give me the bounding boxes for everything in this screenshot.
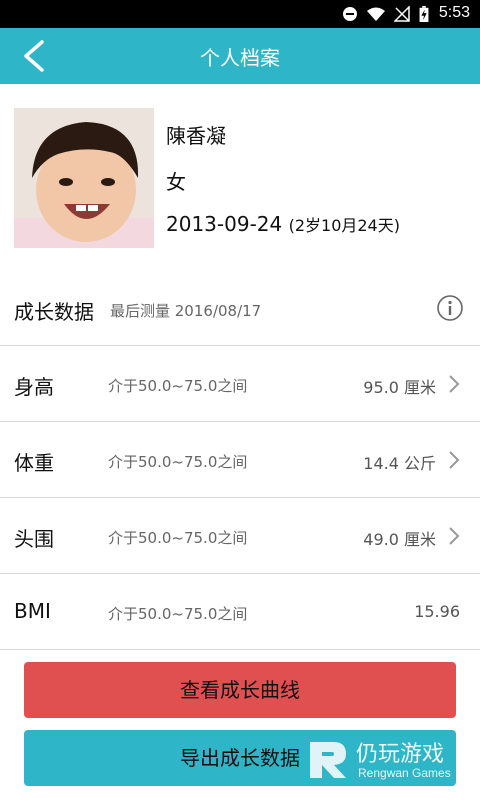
growth-row-height[interactable]: 身高 介于50.0~75.0之间 95.0 厘米	[0, 346, 480, 422]
age-value: (2岁10月24天)	[288, 216, 400, 235]
page-title: 个人档案	[200, 46, 280, 70]
watermark-logo: 仍玩游戏 Rengwan Games	[302, 732, 472, 786]
row-label: 体重	[14, 451, 54, 475]
status-bar: 5:53	[0, 0, 480, 28]
profile-card: 陳香凝 女 2013-09-24 (2岁10月24天)	[0, 84, 480, 264]
row-range: 介于50.0~75.0之间	[108, 605, 248, 623]
last-measured: 最后测量 2016/08/17	[110, 302, 262, 320]
wifi-icon	[367, 7, 385, 21]
chevron-right-icon	[449, 527, 460, 545]
growth-title: 成长数据	[14, 300, 94, 324]
dnd-icon	[343, 7, 357, 21]
profile-birthdate: 2013-09-24 (2岁10月24天)	[166, 212, 400, 236]
chevron-right-icon	[449, 375, 460, 393]
row-range: 介于50.0~75.0之间	[108, 377, 248, 395]
profile-name: 陳香凝	[166, 124, 226, 148]
app-bar: 个人档案	[0, 28, 480, 84]
row-label: 头围	[14, 527, 54, 551]
row-label: 身高	[14, 375, 54, 399]
view-curve-button[interactable]: 查看成长曲线	[24, 662, 456, 718]
info-icon[interactable]	[436, 294, 464, 322]
chevron-right-icon	[449, 451, 460, 469]
child-photo	[14, 108, 154, 248]
birthdate-value: 2013-09-24	[166, 212, 283, 236]
status-time: 5:53	[438, 4, 470, 21]
avatar[interactable]	[14, 108, 154, 248]
battery-charging-icon	[419, 6, 429, 22]
no-signal-icon	[394, 6, 410, 22]
row-label: BMI	[14, 599, 51, 623]
profile-gender: 女	[166, 170, 186, 194]
growth-header: 成长数据 最后测量 2016/08/17	[0, 270, 480, 346]
row-range: 介于50.0~75.0之间	[108, 453, 248, 471]
row-value: 15.96	[414, 602, 460, 621]
watermark-sub: Rengwan Games	[358, 766, 451, 780]
row-range: 介于50.0~75.0之间	[108, 529, 248, 547]
row-value: 95.0 厘米	[363, 378, 436, 397]
growth-row-weight[interactable]: 体重 介于50.0~75.0之间 14.4 公斤	[0, 422, 480, 498]
growth-row-bmi: BMI 介于50.0~75.0之间 15.96	[0, 574, 480, 650]
row-value: 49.0 厘米	[363, 530, 436, 549]
watermark-text: 仍玩游戏	[356, 742, 445, 767]
rengwan-logo-icon	[310, 742, 346, 778]
row-value: 14.4 公斤	[363, 454, 436, 473]
growth-row-head[interactable]: 头围 介于50.0~75.0之间 49.0 厘米	[0, 498, 480, 574]
